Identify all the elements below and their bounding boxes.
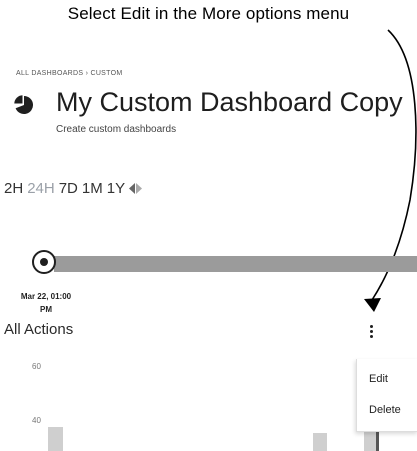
menu-item-edit[interactable]: Edit [369, 373, 388, 385]
annotation-arrow [364, 29, 417, 312]
time-range-selector: 2H 24H 7D 1M 1Y [4, 180, 143, 197]
more-dot-icon [369, 335, 373, 338]
widget-title: All Actions [4, 321, 74, 338]
range-24h[interactable]: 24H [27, 180, 55, 197]
menu-item-delete[interactable]: Delete [369, 404, 401, 416]
more-options-button[interactable] [364, 325, 378, 341]
more-options-menu: Edit Delete [356, 359, 417, 432]
range-7d[interactable]: 7D [59, 180, 78, 197]
timeline-handle[interactable] [32, 250, 56, 274]
timeline-date-line1: Mar 22, 01:00 [20, 292, 72, 301]
range-2h[interactable]: 2H [4, 180, 23, 197]
breadcrumb[interactable]: ALL DASHBOARDS › CUSTOM [16, 70, 122, 77]
pie-chart-icon [14, 95, 34, 114]
more-dot-icon [369, 330, 373, 333]
range-toggle-icon[interactable] [129, 183, 143, 194]
range-1y[interactable]: 1Y [107, 180, 125, 197]
more-dot-icon [369, 325, 373, 328]
timeline-date-line2: PM [40, 305, 52, 314]
timeline-date-label: Mar 22, 01:00 PM [4, 290, 88, 316]
page-title: My Custom Dashboard Copy [56, 87, 403, 117]
range-1m[interactable]: 1M [82, 180, 103, 197]
y-tick-60: 60 [32, 362, 41, 371]
chart-bar [48, 427, 63, 451]
timeline-track[interactable] [54, 256, 417, 272]
chart-bar [364, 431, 376, 451]
page-subtitle: Create custom dashboards [56, 124, 177, 135]
y-tick-40: 40 [32, 416, 41, 425]
chart-bar [313, 433, 327, 451]
